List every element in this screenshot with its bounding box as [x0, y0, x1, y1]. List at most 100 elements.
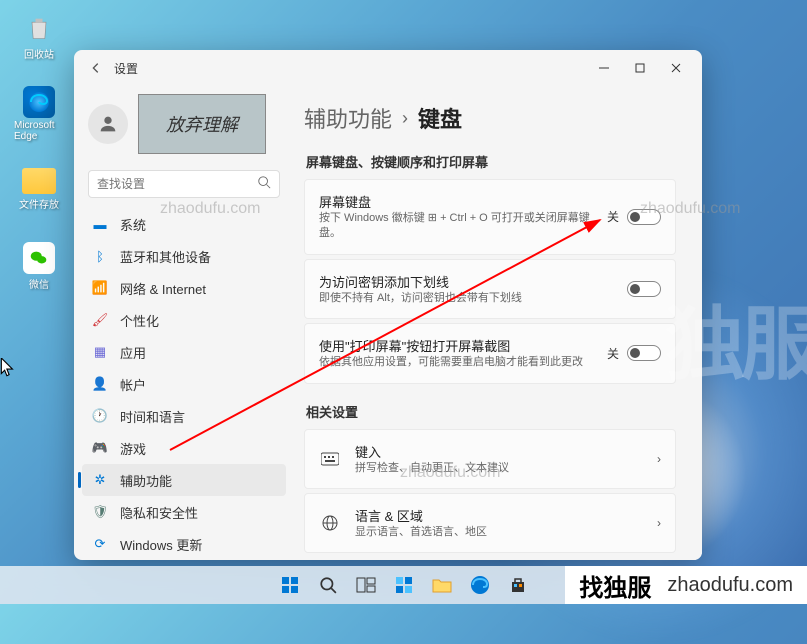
- maximize-button[interactable]: [622, 54, 658, 82]
- system-icon: ▬: [92, 216, 108, 232]
- avatar: [88, 104, 128, 144]
- nav-time[interactable]: 🕐 时间和语言: [82, 400, 286, 432]
- search-icon: [257, 175, 271, 194]
- banner-brand: 找独服: [579, 568, 651, 603]
- nav-accounts[interactable]: 👤 帐户: [82, 368, 286, 400]
- taskbar-widgets[interactable]: [388, 569, 420, 601]
- nav-personalize[interactable]: 🖌 个性化: [82, 304, 286, 336]
- taskbar-store[interactable]: [502, 569, 534, 601]
- network-icon: 📶: [92, 280, 108, 296]
- related-typing[interactable]: 键入 拼写检查、自动更正、文本建议 ›: [304, 429, 676, 489]
- desktop-icon-label: Microsoft Edge: [14, 120, 64, 142]
- search-box[interactable]: [88, 170, 280, 198]
- nav-gaming[interactable]: 🎮 游戏: [82, 432, 286, 464]
- desktop-icon-recycle-bin[interactable]: 回收站: [14, 12, 64, 61]
- nav-update[interactable]: ⟳ Windows 更新: [82, 528, 286, 560]
- taskbar-explorer[interactable]: [426, 569, 458, 601]
- edge-icon: [23, 86, 55, 118]
- bottom-banner: 找独服 zhaodufu.com: [565, 566, 807, 604]
- cursor-icon: [0, 358, 16, 378]
- back-button[interactable]: [82, 54, 110, 82]
- nav-label: 游戏: [120, 439, 146, 458]
- keyboard-icon: [319, 452, 341, 466]
- nav-label: 个性化: [120, 311, 159, 330]
- nav-accessibility[interactable]: ✲ 辅助功能: [82, 464, 286, 496]
- settings-window: 设置 放弃理解 ▬ 系统 ᛒ 蓝牙和其他设备 📶 网络 & Internet 🖌 个性化…: [74, 50, 702, 560]
- sidebar: 放弃理解 ▬ 系统 ᛒ 蓝牙和其他设备 📶 网络 & Internet 🖌 个性化 ▦ 应…: [74, 86, 294, 560]
- nav-bluetooth[interactable]: ᛒ 蓝牙和其他设备: [82, 240, 286, 272]
- taskbar-edge[interactable]: [464, 569, 496, 601]
- toggle-switch[interactable]: [627, 281, 661, 297]
- apps-icon: ▦: [92, 344, 108, 360]
- toggle-switch[interactable]: [627, 345, 661, 361]
- desktop-icon-label: 文件存放: [19, 196, 59, 211]
- nav-network[interactable]: 📶 网络 & Internet: [82, 272, 286, 304]
- time-icon: 🕐: [92, 408, 108, 424]
- nav-label: 隐私和安全性: [120, 503, 198, 522]
- section-title: 屏幕键盘、按键顺序和打印屏幕: [306, 152, 676, 171]
- window-title: 设置: [114, 60, 138, 77]
- nav-label: 网络 & Internet: [120, 279, 206, 298]
- nav-apps[interactable]: ▦ 应用: [82, 336, 286, 368]
- card-title: 使用"打印屏幕"按钮打开屏幕截图: [319, 336, 593, 355]
- nav-system[interactable]: ▬ 系统: [82, 208, 286, 240]
- nav-label: 系统: [120, 215, 146, 234]
- card-desc: 即使不持有 Alt，访问密钥也会带有下划线: [319, 291, 613, 306]
- related-language[interactable]: 语言 & 区域 显示语言、首选语言、地区 ›: [304, 493, 676, 553]
- update-icon: ⟳: [92, 536, 108, 552]
- user-section[interactable]: 放弃理解: [74, 90, 294, 162]
- globe-icon: [319, 515, 341, 531]
- accessibility-icon: ✲: [92, 472, 108, 488]
- toggle-switch[interactable]: [627, 209, 661, 225]
- desktop-icon-label: 回收站: [24, 46, 54, 61]
- toggle-state-label: 关: [607, 208, 619, 225]
- chevron-right-icon: ›: [657, 516, 661, 530]
- recycle-bin-icon: [23, 12, 55, 44]
- start-button[interactable]: [274, 569, 306, 601]
- privacy-icon: 🛡: [92, 504, 108, 520]
- chevron-right-icon: ›: [402, 108, 408, 129]
- background-watermark: 独服: [665, 280, 807, 396]
- card-title: 为访问密钥添加下划线: [319, 272, 613, 291]
- card-title: 键入: [355, 442, 643, 461]
- nav-label: Windows 更新: [120, 535, 202, 554]
- main-content: 辅助功能 › 键盘 屏幕键盘、按键顺序和打印屏幕 屏幕键盘 按下 Windows…: [294, 86, 702, 560]
- folder-icon: [22, 168, 56, 194]
- nav-privacy[interactable]: 🛡 隐私和安全性: [82, 496, 286, 528]
- nav-label: 时间和语言: [120, 407, 185, 426]
- setting-print-screen[interactable]: 使用"打印屏幕"按钮打开屏幕截图 依据其他应用设置，可能需要重启电脑才能看到此更…: [304, 323, 676, 383]
- personalize-icon: 🖌: [92, 312, 108, 328]
- breadcrumb-parent[interactable]: 辅助功能: [304, 102, 392, 134]
- setting-underline-access-keys[interactable]: 为访问密钥添加下划线 即使不持有 Alt，访问密钥也会带有下划线: [304, 259, 676, 319]
- accounts-icon: 👤: [92, 376, 108, 392]
- card-title: 屏幕键盘: [319, 192, 593, 211]
- desktop-icon-wechat[interactable]: 微信: [14, 242, 64, 291]
- gaming-icon: 🎮: [92, 440, 108, 456]
- user-handwriting-image: 放弃理解: [138, 94, 266, 154]
- nav-label: 帐户: [120, 375, 146, 394]
- taskbar-taskview[interactable]: [350, 569, 382, 601]
- card-desc: 拼写检查、自动更正、文本建议: [355, 461, 643, 476]
- desktop-icon-edge[interactable]: Microsoft Edge: [14, 86, 64, 142]
- bluetooth-icon: ᛒ: [92, 248, 108, 264]
- breadcrumb-current: 键盘: [418, 102, 462, 134]
- setting-onscreen-keyboard[interactable]: 屏幕键盘 按下 Windows 徽标键 ⊞ + Ctrl + O 可打开或关闭屏…: [304, 179, 676, 255]
- card-desc: 依据其他应用设置，可能需要重启电脑才能看到此更改: [319, 355, 593, 370]
- toggle-state-label: 关: [607, 345, 619, 362]
- minimize-button[interactable]: [586, 54, 622, 82]
- card-title: 语言 & 区域: [355, 506, 643, 525]
- card-desc: 按下 Windows 徽标键 ⊞ + Ctrl + O 可打开或关闭屏幕键盘。: [319, 211, 593, 242]
- desktop-icon-folder[interactable]: 文件存放: [14, 168, 64, 211]
- banner-url: zhaodufu.com: [667, 574, 793, 597]
- search-input[interactable]: [97, 177, 257, 191]
- card-desc: 显示语言、首选语言、地区: [355, 525, 643, 540]
- nav-label: 辅助功能: [120, 471, 172, 490]
- chevron-right-icon: ›: [657, 452, 661, 466]
- related-title: 相关设置: [306, 402, 676, 421]
- nav-label: 应用: [120, 343, 146, 362]
- taskbar-search[interactable]: [312, 569, 344, 601]
- close-button[interactable]: [658, 54, 694, 82]
- nav-label: 蓝牙和其他设备: [120, 247, 211, 266]
- desktop-icon-label: 微信: [29, 276, 49, 291]
- breadcrumb: 辅助功能 › 键盘: [304, 102, 676, 134]
